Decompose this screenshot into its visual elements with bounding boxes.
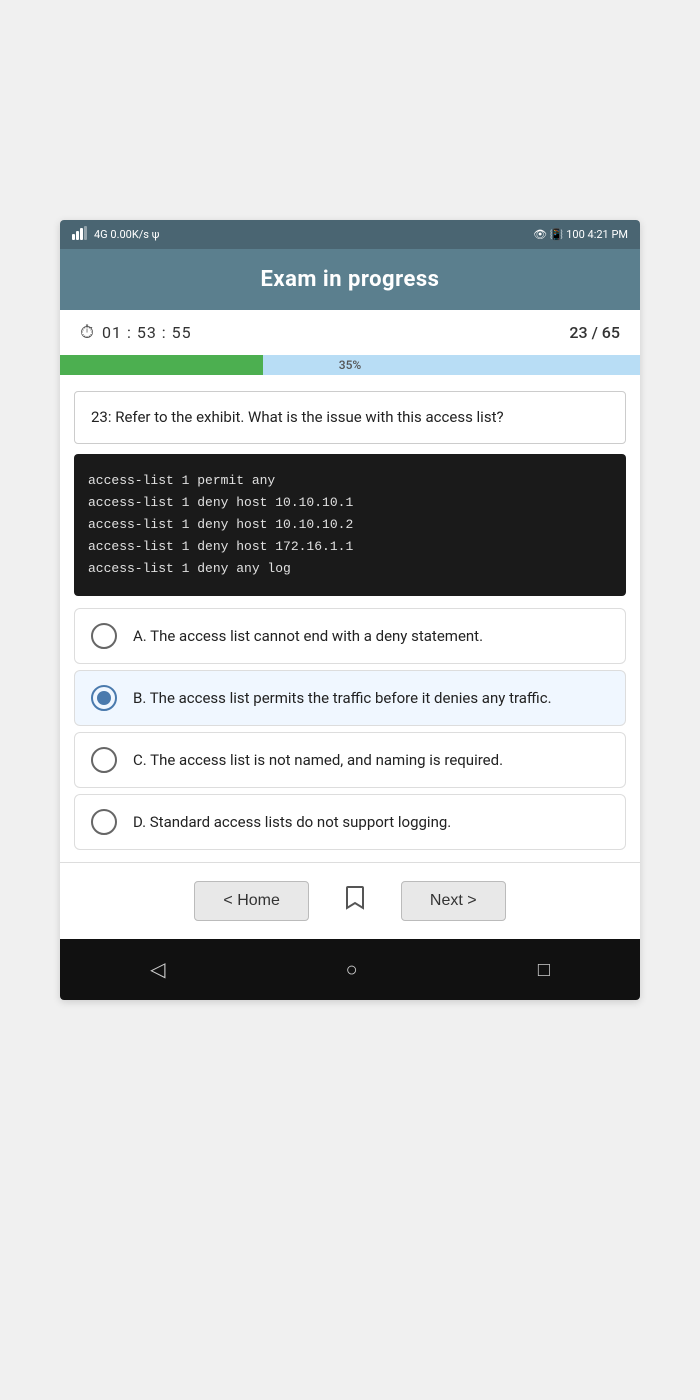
status-right: 👁 📳 100 4:21 PM xyxy=(533,228,628,241)
answer-option-d[interactable]: D. Standard access lists do not support … xyxy=(74,794,626,850)
recents-icon[interactable]: □ xyxy=(538,957,550,982)
phone-screen: 4G 0.00K/s ψ 👁 📳 100 4:21 PM Exam in pro… xyxy=(60,220,640,1000)
code-line-2: access-list 1 deny host 10.10.10.1 xyxy=(88,492,612,514)
answer-option-b[interactable]: B. The access list permits the traffic b… xyxy=(74,670,626,726)
timer-left: ⏱ 01 : 53 : 55 xyxy=(80,322,192,343)
progress-bar-fill xyxy=(60,355,263,375)
question-text: 23: Refer to the exhibit. What is the is… xyxy=(91,408,504,426)
radio-b-fill xyxy=(97,691,111,705)
question-box: 23: Refer to the exhibit. What is the is… xyxy=(74,391,626,444)
bookmark-button[interactable] xyxy=(339,879,371,923)
radio-a xyxy=(91,623,117,649)
timer-icon: ⏱ xyxy=(80,322,94,343)
bottom-bar: < Home Next > xyxy=(60,862,640,939)
answer-text-b: B. The access list permits the traffic b… xyxy=(133,687,552,710)
answer-text-a: A. The access list cannot end with a den… xyxy=(133,625,483,648)
home-button[interactable]: < Home xyxy=(194,881,308,921)
answer-text-d: D. Standard access lists do not support … xyxy=(133,811,451,834)
code-line-5: access-list 1 deny any log xyxy=(88,558,612,580)
radio-c xyxy=(91,747,117,773)
code-line-1: access-list 1 permit any xyxy=(88,470,612,492)
answer-option-c[interactable]: C. The access list is not named, and nam… xyxy=(74,732,626,788)
code-line-3: access-list 1 deny host 10.10.10.2 xyxy=(88,514,612,536)
signal-icon xyxy=(72,226,90,243)
answer-option-a[interactable]: A. The access list cannot end with a den… xyxy=(74,608,626,664)
header-title: Exam in progress xyxy=(261,267,440,292)
progress-bar-container: 35% xyxy=(60,355,640,375)
home-icon[interactable]: ○ xyxy=(346,957,358,982)
answer-text-c: C. The access list is not named, and nam… xyxy=(133,749,503,772)
radio-d xyxy=(91,809,117,835)
progress-count: 23 / 65 xyxy=(569,323,620,342)
network-speed: 4G 0.00K/s ψ xyxy=(94,228,159,241)
progress-bar-label: 35% xyxy=(339,358,361,372)
status-right-text: 👁 📳 100 4:21 PM xyxy=(533,228,628,241)
status-left: 4G 0.00K/s ψ xyxy=(72,226,159,243)
nav-bar: ◁ ○ □ xyxy=(60,939,640,1000)
header: Exam in progress xyxy=(60,249,640,310)
next-button[interactable]: Next > xyxy=(401,881,506,921)
back-icon[interactable]: ◁ xyxy=(150,957,165,981)
code-block: access-list 1 permit any access-list 1 d… xyxy=(74,454,626,596)
code-line-4: access-list 1 deny host 172.16.1.1 xyxy=(88,536,612,558)
phone-wrapper: 4G 0.00K/s ψ 👁 📳 100 4:21 PM Exam in pro… xyxy=(0,0,700,1400)
status-bar: 4G 0.00K/s ψ 👁 📳 100 4:21 PM xyxy=(60,220,640,249)
radio-b xyxy=(91,685,117,711)
timer-row: ⏱ 01 : 53 : 55 23 / 65 xyxy=(60,310,640,355)
timer-display: 01 : 53 : 55 xyxy=(102,323,192,342)
